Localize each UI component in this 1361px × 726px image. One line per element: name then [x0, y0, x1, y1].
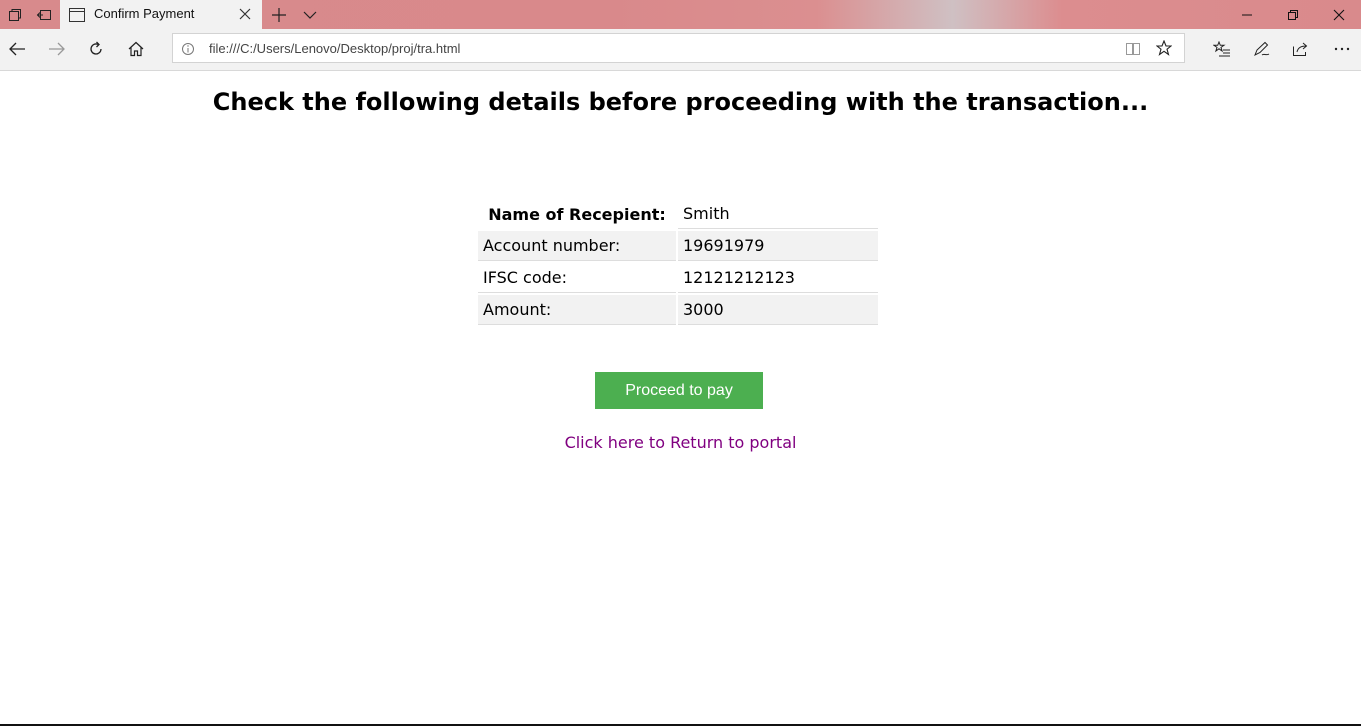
recipient-label: Name of Recepient: [488, 204, 666, 224]
page-icon [69, 7, 85, 26]
tab-list-icon[interactable] [0, 0, 30, 29]
reading-view-icon[interactable] [1125, 41, 1141, 60]
favorites-hub-icon[interactable] [1205, 34, 1239, 64]
tab-title: Confirm Payment [94, 6, 195, 21]
ifsc-code-label: IFSC code: [478, 263, 676, 293]
address-bar[interactable]: file:///C:/Users/Lenovo/Desktop/proj/tra… [172, 33, 1185, 63]
transaction-details-table: Name of Recepient: Smith Account number:… [476, 197, 880, 327]
recipient-value: Smith [678, 199, 878, 229]
back-button[interactable] [0, 34, 34, 64]
table-row: IFSC code: 12121212123 [478, 263, 878, 293]
close-window-button[interactable] [1316, 0, 1361, 29]
home-button[interactable] [119, 34, 153, 64]
close-tab-icon[interactable] [238, 6, 252, 25]
tab-confirm-payment[interactable]: Confirm Payment [60, 0, 262, 29]
star-icon[interactable] [1155, 39, 1173, 60]
table-row: Amount: 3000 [478, 295, 878, 325]
title-bar: Confirm Payment [0, 0, 1361, 29]
back-arrow-icon [9, 42, 25, 56]
tab-preview-button[interactable] [295, 0, 325, 29]
table-row: Account number: 19691979 [478, 231, 878, 261]
navigation-bar: file:///C:/Users/Lenovo/Desktop/proj/tra… [0, 29, 1361, 71]
return-to-portal-link[interactable]: Click here to Return to portal [0, 433, 1361, 452]
page-title: Check the following details before proce… [212, 88, 1149, 116]
restore-button[interactable] [1270, 0, 1316, 29]
more-icon[interactable] [1325, 34, 1359, 64]
account-number-value: 19691979 [678, 231, 878, 261]
refresh-icon [90, 41, 102, 55]
pen-icon[interactable] [1245, 34, 1279, 64]
amount-label: Amount: [478, 295, 676, 325]
plus-icon [272, 7, 286, 22]
forward-button[interactable] [40, 34, 74, 64]
info-icon[interactable] [181, 41, 195, 60]
proceed-to-pay-button[interactable]: Proceed to pay [595, 372, 763, 409]
chevron-down-icon [303, 11, 317, 19]
table-header-row: Name of Recepient: Smith [478, 199, 878, 229]
share-icon[interactable] [1284, 34, 1318, 64]
forward-arrow-icon [49, 42, 65, 56]
refresh-button[interactable] [79, 34, 113, 64]
account-number-label: Account number: [478, 231, 676, 261]
url-text[interactable]: file:///C:/Users/Lenovo/Desktop/proj/tra… [209, 41, 460, 56]
amount-value: 3000 [678, 295, 878, 325]
minimize-button[interactable] [1224, 0, 1270, 29]
new-tab-button[interactable] [264, 0, 294, 29]
home-icon [128, 41, 144, 57]
set-aside-tabs-icon[interactable] [29, 0, 59, 29]
ifsc-code-value: 12121212123 [678, 263, 878, 293]
